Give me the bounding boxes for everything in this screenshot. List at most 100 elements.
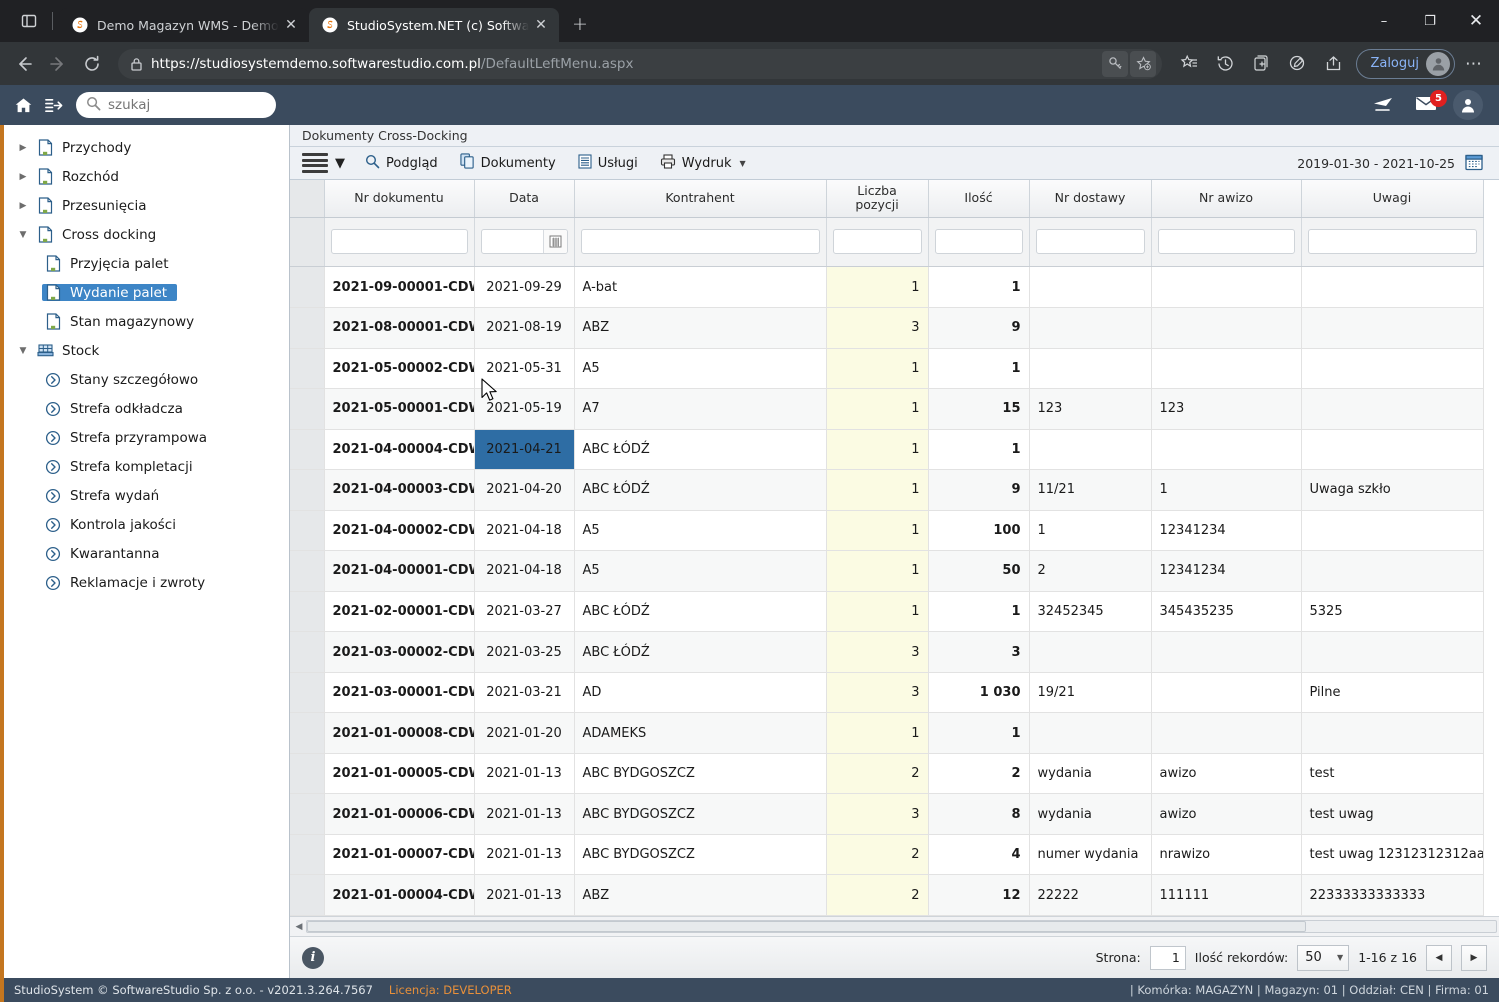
cell-nr-dokumentu[interactable]: 2021-04-00003-CDW <box>324 469 475 511</box>
cell-uwagi[interactable] <box>1301 631 1484 673</box>
cell-data[interactable]: 2021-03-21 <box>474 672 575 714</box>
cell-liczba[interactable]: 1 <box>826 469 929 511</box>
cell-uwagi[interactable]: 22333333333333 <box>1301 874 1484 916</box>
messages-button[interactable]: 5 <box>1415 90 1447 115</box>
cell-nr-dostawy[interactable]: 32452345 <box>1029 591 1152 633</box>
cell-nr-awizo[interactable] <box>1151 672 1302 714</box>
row-selector-cell[interactable] <box>290 834 325 876</box>
cell-nr-dokumentu[interactable]: 2021-04-00004-CDW <box>324 429 475 471</box>
cell-kontrahent[interactable]: ABZ <box>574 307 827 349</box>
cell-kontrahent[interactable]: ABC ŁÓDŹ <box>574 591 827 633</box>
cell-nr-dokumentu[interactable]: 2021-05-00002-CDW <box>324 348 475 390</box>
command-dokumenty[interactable]: Dokumenty <box>450 149 566 177</box>
address-bar[interactable]: https://studiosystemdemo.softwarestudio.… <box>118 48 1163 79</box>
cell-ilosc[interactable]: 9 <box>928 307 1030 349</box>
cell-nr-awizo[interactable] <box>1151 307 1302 349</box>
sidebar-item-stan-magazynowy[interactable]: Stan magazynowy <box>4 307 289 336</box>
cell-kontrahent[interactable]: A5 <box>574 348 827 390</box>
filter-input-nr-dostawy[interactable] <box>1035 229 1145 255</box>
history-icon[interactable] <box>1208 48 1242 80</box>
table-row[interactable]: 2021-03-00001-CDW 2021-03-21 AD 3 1 030 19/21… <box>290 672 1484 714</box>
row-selector-cell[interactable] <box>290 631 325 673</box>
cell-data[interactable]: 2021-09-29 <box>474 266 575 309</box>
chevron-right-icon[interactable]: ▶ <box>12 201 34 211</box>
info-icon[interactable]: i <box>302 946 324 969</box>
cell-nr-dokumentu[interactable]: 2021-09-00001-CDW <box>324 266 475 309</box>
cell-liczba[interactable]: 1 <box>826 348 929 390</box>
cell-uwagi[interactable]: 5325 <box>1301 591 1484 633</box>
filter-input-data[interactable] <box>480 229 568 255</box>
cell-nr-dokumentu[interactable]: 2021-08-00001-CDW <box>324 307 475 349</box>
command-podglad[interactable]: Podgląd <box>355 150 448 177</box>
cell-liczba[interactable]: 3 <box>826 307 929 349</box>
table-row[interactable]: 2021-09-00001-CDW 2021-09-29 A-bat 1 1 <box>290 266 1484 309</box>
cell-nr-awizo[interactable]: 111111 <box>1151 874 1302 916</box>
cell-nr-dokumentu[interactable]: 2021-04-00002-CDW <box>324 510 475 552</box>
cell-liczba[interactable]: 1 <box>826 510 929 552</box>
global-search[interactable] <box>76 92 279 118</box>
add-favorite-icon[interactable] <box>1130 50 1157 77</box>
sidebar-item-kontrola-jako-ci[interactable]: Kontrola jakości <box>4 510 289 539</box>
cell-nr-awizo[interactable]: 12341234 <box>1151 510 1302 552</box>
menu-toggle-icon[interactable] <box>38 90 68 120</box>
command-wydruk[interactable]: Wydruk ▼ <box>650 150 756 177</box>
window-close-button[interactable]: ✕ <box>1453 0 1499 42</box>
row-selector-cell[interactable] <box>290 672 325 714</box>
cell-kontrahent[interactable]: A7 <box>574 388 827 430</box>
cell-nr-dostawy[interactable]: 1 <box>1029 510 1152 552</box>
cell-uwagi[interactable]: test uwag 12312312312aaa <box>1301 834 1484 876</box>
cell-nr-dostawy[interactable]: 11/21 <box>1029 469 1152 511</box>
cell-nr-dostawy[interactable]: wydania <box>1029 753 1152 795</box>
sidebar-item-reklamacje-i-zwroty[interactable]: Reklamacje i zwroty <box>4 568 289 597</box>
sidebar-item-przyj-cia-palet[interactable]: Przyjęcia palet <box>4 249 289 278</box>
cell-nr-dokumentu[interactable]: 2021-04-00001-CDW <box>324 550 475 592</box>
cell-liczba[interactable]: 2 <box>826 874 929 916</box>
chevron-down-icon[interactable]: ▼ <box>12 230 34 240</box>
cell-nr-awizo[interactable] <box>1151 712 1302 754</box>
cell-liczba[interactable]: 2 <box>826 834 929 876</box>
cell-ilosc[interactable]: 1 <box>928 591 1030 633</box>
sidebar-item-stock[interactable]: ▼ Stock <box>4 336 289 365</box>
cell-uwagi[interactable] <box>1301 348 1484 390</box>
browser-settings-icon[interactable]: ⋯ <box>1457 48 1491 80</box>
cell-data[interactable]: 2021-01-13 <box>474 753 575 795</box>
cell-ilosc[interactable]: 4 <box>928 834 1030 876</box>
cell-kontrahent[interactable]: ABZ <box>574 874 827 916</box>
search-input[interactable] <box>108 97 279 113</box>
cell-uwagi[interactable]: Uwaga szkło <box>1301 469 1484 511</box>
row-selector-cell[interactable] <box>290 307 325 349</box>
cell-data[interactable]: 2021-01-13 <box>474 793 575 835</box>
favorites-icon[interactable] <box>1172 48 1206 80</box>
cell-nr-awizo[interactable] <box>1151 266 1302 309</box>
cell-kontrahent[interactable]: ABC BYDGOSZCZ <box>574 753 827 795</box>
cell-nr-awizo[interactable]: nrawizo <box>1151 834 1302 876</box>
maximize-button[interactable]: ❐ <box>1407 0 1453 42</box>
table-row[interactable]: 2021-01-00006-CDW 2021-01-13 ABC BYDGOSZCZ… <box>290 793 1484 835</box>
row-selector-cell[interactable] <box>290 266 325 309</box>
cell-uwagi[interactable] <box>1301 550 1484 592</box>
sidebar-item-strefa-kompletacji[interactable]: Strefa kompletacji <box>4 452 289 481</box>
cell-nr-dokumentu[interactable]: 2021-01-00004-CDW <box>324 874 475 916</box>
sidebar-item-rozch-d[interactable]: ▶ Rozchód <box>4 162 289 191</box>
sidebar-item-strefa-odk-adcza[interactable]: Strefa odkładcza <box>4 394 289 423</box>
cell-liczba[interactable]: 2 <box>826 753 929 795</box>
cell-nr-awizo[interactable]: 1 <box>1151 469 1302 511</box>
cell-nr-awizo[interactable]: awizo <box>1151 793 1302 835</box>
cell-nr-dostawy[interactable] <box>1029 307 1152 349</box>
cell-data[interactable]: 2021-01-13 <box>474 874 575 916</box>
table-row[interactable]: 2021-01-00004-CDW 2021-01-13 ABZ 2 12 22222 11… <box>290 874 1484 916</box>
cell-liczba[interactable]: 1 <box>826 591 929 633</box>
cell-ilosc[interactable]: 2 <box>928 753 1030 795</box>
cell-ilosc[interactable]: 3 <box>928 631 1030 673</box>
cell-data[interactable]: 2021-04-18 <box>474 550 575 592</box>
scrollbar-thumb[interactable] <box>307 921 1306 932</box>
cell-nr-dokumentu[interactable]: 2021-01-00005-CDW <box>324 753 475 795</box>
cell-nr-dostawy[interactable] <box>1029 712 1152 754</box>
cell-ilosc[interactable]: 15 <box>928 388 1030 430</box>
row-selector-cell[interactable] <box>290 712 325 754</box>
row-selector-cell[interactable] <box>290 510 325 552</box>
cell-nr-awizo[interactable]: 123 <box>1151 388 1302 430</box>
cell-data[interactable]: 2021-05-19 <box>474 388 575 430</box>
cell-nr-dokumentu[interactable]: 2021-01-00007-CDW <box>324 834 475 876</box>
cell-uwagi[interactable]: test uwag <box>1301 793 1484 835</box>
